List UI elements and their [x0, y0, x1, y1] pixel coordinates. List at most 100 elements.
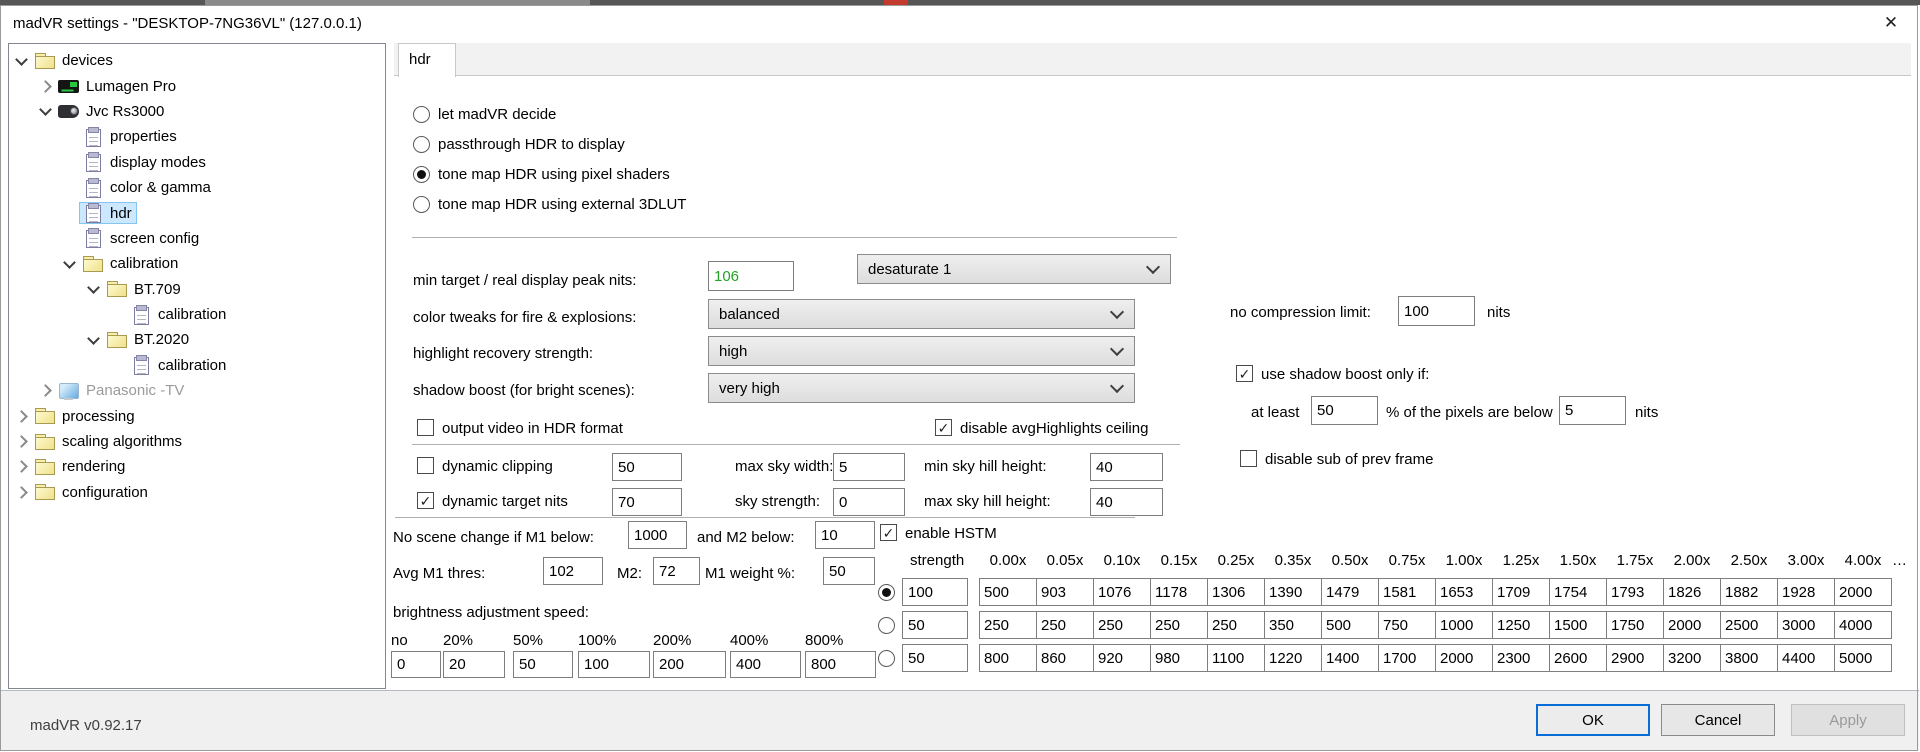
tree-item-calibration[interactable]: calibration — [9, 353, 385, 378]
hstm-row-3-value-7[interactable] — [1321, 644, 1379, 672]
close-button[interactable]: ✕ — [1868, 6, 1914, 39]
dynamic-target-nits-checkbox[interactable]: ✓ — [417, 492, 434, 509]
desaturate-dropdown[interactable]: desaturate 1 — [857, 254, 1171, 284]
collapsed-arrow-icon[interactable] — [11, 432, 31, 452]
expanded-arrow-icon[interactable] — [83, 330, 103, 350]
hstm-row-1-value-5[interactable] — [1207, 578, 1265, 606]
hstm-row-1-strength-input[interactable] — [902, 578, 968, 606]
brightness-speed-input-100[interactable] — [578, 651, 650, 678]
tree-item-rendering[interactable]: rendering — [9, 454, 385, 479]
hstm-row-2-value-3[interactable] — [1093, 611, 1151, 639]
sky-strength-input[interactable] — [833, 488, 905, 516]
hstm-row-3-value-6[interactable] — [1264, 644, 1322, 672]
disable-avghighlights-checkbox[interactable]: ✓ — [935, 419, 952, 436]
cancel-button[interactable]: Cancel — [1661, 704, 1775, 736]
hstm-row-2-value-5[interactable] — [1207, 611, 1265, 639]
tree-item-calibration[interactable]: calibration — [9, 302, 385, 327]
tree-item-display-modes[interactable]: display modes — [9, 150, 385, 175]
scene-m2-input[interactable] — [815, 521, 875, 549]
hstm-row-2-value-4[interactable] — [1150, 611, 1208, 639]
brightness-speed-input-200[interactable] — [653, 651, 726, 678]
max-sky-hill-input[interactable] — [1090, 488, 1163, 516]
brightness-speed-input-400[interactable] — [730, 651, 801, 678]
expanded-arrow-icon[interactable] — [59, 254, 79, 274]
hstm-row-3-value-10[interactable] — [1492, 644, 1550, 672]
avg-m2-input[interactable] — [653, 557, 700, 585]
hstm-row-3-radio[interactable] — [878, 649, 895, 667]
apply-button[interactable]: Apply — [1791, 704, 1905, 736]
hstm-row-3-value-16[interactable] — [1834, 644, 1892, 672]
tree-item-configuration[interactable]: configuration — [9, 480, 385, 505]
hstm-row-1-value-3[interactable] — [1093, 578, 1151, 606]
hstm-row-3-strength-input[interactable] — [902, 644, 968, 672]
scene-m1-input[interactable] — [628, 521, 687, 549]
hstm-row-2-value-9[interactable] — [1435, 611, 1493, 639]
hstm-row-2-value-13[interactable] — [1663, 611, 1721, 639]
tree-item-calibration[interactable]: calibration — [9, 251, 385, 276]
at-least-percent-input[interactable] — [1311, 396, 1378, 425]
tree-item-color-gamma[interactable]: color & gamma — [9, 175, 385, 200]
hstm-row-3-value-3[interactable] — [1093, 644, 1151, 672]
hstm-row-1-value-12[interactable] — [1606, 578, 1664, 606]
dynamic-target-nits-input[interactable] — [612, 488, 682, 516]
hstm-row-3-value-2[interactable] — [1036, 644, 1094, 672]
use-shadow-boost-checkbox[interactable]: ✓ — [1236, 365, 1253, 382]
hstm-row-2-value-1[interactable] — [979, 611, 1037, 639]
tree-item-jvc-rs3000[interactable]: Jvc Rs3000 — [9, 99, 385, 124]
hdr-mode-radio-tone-map-hdr-using-pixel-shaders[interactable] — [413, 165, 430, 183]
tree-item-bt-2020[interactable]: BT.2020 — [9, 327, 385, 352]
hstm-row-1-value-15[interactable] — [1777, 578, 1835, 606]
hstm-row-1-value-13[interactable] — [1663, 578, 1721, 606]
dynamic-clipping-checkbox[interactable] — [417, 457, 434, 474]
collapsed-arrow-icon[interactable] — [35, 76, 55, 96]
hstm-row-2-value-16[interactable] — [1834, 611, 1892, 639]
hstm-row-1-value-16[interactable] — [1834, 578, 1892, 606]
hdr-mode-radio-tone-map-hdr-using-external-3dlut[interactable] — [413, 195, 430, 213]
expanded-arrow-icon[interactable] — [35, 101, 55, 121]
expanded-arrow-icon[interactable] — [11, 51, 31, 71]
collapsed-arrow-icon[interactable] — [11, 482, 31, 502]
min-sky-hill-input[interactable] — [1090, 453, 1163, 481]
tree-item-scaling-algorithms[interactable]: scaling algorithms — [9, 429, 385, 454]
hstm-row-3-value-9[interactable] — [1435, 644, 1493, 672]
expanded-arrow-icon[interactable] — [83, 279, 103, 299]
hstm-row-3-value-1[interactable] — [979, 644, 1037, 672]
avg-m1-input[interactable] — [543, 557, 603, 585]
brightness-speed-input-50[interactable] — [513, 651, 573, 678]
hstm-row-2-value-8[interactable] — [1378, 611, 1436, 639]
hstm-row-2-radio[interactable] — [878, 616, 895, 634]
hstm-row-1-value-4[interactable] — [1150, 578, 1208, 606]
hstm-row-3-value-8[interactable] — [1378, 644, 1436, 672]
hstm-row-1-radio[interactable] — [878, 583, 895, 601]
hstm-row-1-value-11[interactable] — [1549, 578, 1607, 606]
hstm-row-3-value-11[interactable] — [1549, 644, 1607, 672]
color-tweaks-dropdown[interactable]: balanced — [708, 299, 1135, 329]
tree-item-properties[interactable]: properties — [9, 124, 385, 149]
hdr-mode-radio-passthrough-hdr-to-display[interactable] — [413, 135, 430, 153]
dynamic-clipping-input[interactable] — [612, 453, 682, 481]
m1-weight-input[interactable] — [823, 557, 875, 585]
hstm-row-3-value-14[interactable] — [1720, 644, 1778, 672]
tree-item-bt-709[interactable]: BT.709 — [9, 277, 385, 302]
min-target-nits-input[interactable] — [708, 261, 794, 291]
tab-hdr[interactable]: hdr — [398, 43, 456, 77]
hstm-row-1-value-14[interactable] — [1720, 578, 1778, 606]
brightness-speed-input-800[interactable] — [805, 651, 876, 678]
hstm-row-3-value-15[interactable] — [1777, 644, 1835, 672]
hstm-row-1-value-9[interactable] — [1435, 578, 1493, 606]
no-compression-input[interactable] — [1398, 296, 1475, 326]
collapsed-arrow-icon[interactable] — [35, 381, 55, 401]
disable-sub-checkbox[interactable] — [1240, 450, 1257, 467]
hstm-row-3-value-13[interactable] — [1663, 644, 1721, 672]
hstm-row-2-value-2[interactable] — [1036, 611, 1094, 639]
hstm-row-1-value-2[interactable] — [1036, 578, 1094, 606]
shadow-boost-dropdown[interactable]: very high — [708, 373, 1135, 403]
max-sky-width-input[interactable] — [833, 453, 905, 481]
hstm-row-2-value-6[interactable] — [1264, 611, 1322, 639]
hstm-row-2-value-10[interactable] — [1492, 611, 1550, 639]
hstm-row-2-value-7[interactable] — [1321, 611, 1379, 639]
tree-item-lumagen-pro[interactable]: Lumagen Pro — [9, 73, 385, 98]
enable-hstm-checkbox[interactable]: ✓ — [880, 524, 897, 541]
brightness-speed-input-20-dif[interactable] — [443, 651, 505, 678]
pixels-below-nits-input[interactable] — [1559, 396, 1626, 425]
